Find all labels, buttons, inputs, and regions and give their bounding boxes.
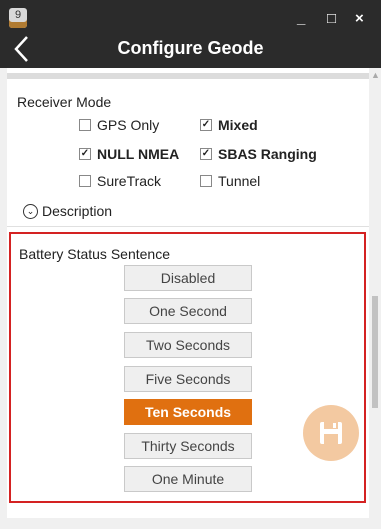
checkbox-checked-icon: ✓	[200, 119, 212, 131]
checkbox-label: GPS Only	[97, 117, 160, 133]
option-one-minute[interactable]: One Minute	[124, 466, 252, 492]
bottom-bar	[0, 518, 381, 529]
top-divider	[7, 73, 369, 79]
option-disabled[interactable]: Disabled	[124, 265, 252, 291]
description-toggle[interactable]: ⌄ Description	[23, 203, 112, 219]
option-two-seconds[interactable]: Two Seconds	[124, 332, 252, 358]
option-ten-seconds[interactable]: Ten Seconds	[124, 399, 252, 425]
close-button[interactable]: ×	[355, 10, 364, 27]
checkbox-unchecked-icon	[200, 175, 212, 187]
checkbox-label: Tunnel	[218, 173, 261, 189]
page-title: Configure Geode	[117, 38, 264, 58]
floppy-disk-icon	[320, 422, 342, 444]
checkbox-label: SureTrack	[97, 173, 162, 189]
sbas-ranging-checkbox[interactable]: ✓ SBAS Ranging	[200, 146, 317, 162]
app-icon: 9	[9, 8, 27, 28]
minimize-button[interactable]: _	[297, 10, 305, 27]
suretrack-checkbox[interactable]: SureTrack	[79, 173, 161, 189]
option-thirty-seconds[interactable]: Thirty Seconds	[124, 433, 252, 459]
section-divider	[7, 226, 369, 227]
battery-status-label: Battery Status Sentence	[19, 246, 170, 262]
checkbox-label: Mixed	[218, 117, 258, 133]
scroll-up-icon[interactable]: ▲	[371, 70, 380, 80]
tunnel-checkbox[interactable]: Tunnel	[200, 173, 260, 189]
gps-only-checkbox[interactable]: GPS Only	[79, 117, 159, 133]
checkbox-label: NULL NMEA	[97, 146, 180, 162]
checkbox-checked-icon: ✓	[200, 148, 212, 160]
mixed-checkbox[interactable]: ✓ Mixed	[200, 117, 258, 133]
option-one-second[interactable]: One Second	[124, 298, 252, 324]
title-bar: 9 _ □ × Configure Geode	[0, 0, 381, 68]
maximize-button[interactable]: □	[327, 10, 336, 27]
option-five-seconds[interactable]: Five Seconds	[124, 366, 252, 392]
description-label: Description	[42, 203, 113, 219]
checkbox-unchecked-icon	[79, 119, 91, 131]
checkbox-unchecked-icon	[79, 175, 91, 187]
receiver-mode-label: Receiver Mode	[17, 94, 112, 110]
save-button[interactable]	[303, 405, 359, 461]
scrollbar[interactable]	[369, 68, 381, 518]
checkbox-checked-icon: ✓	[79, 148, 91, 160]
checkbox-label: SBAS Ranging	[218, 146, 317, 162]
chevron-down-icon: ⌄	[23, 203, 38, 219]
scrollbar-thumb[interactable]	[372, 296, 378, 408]
null-nmea-checkbox[interactable]: ✓ NULL NMEA	[79, 146, 179, 162]
